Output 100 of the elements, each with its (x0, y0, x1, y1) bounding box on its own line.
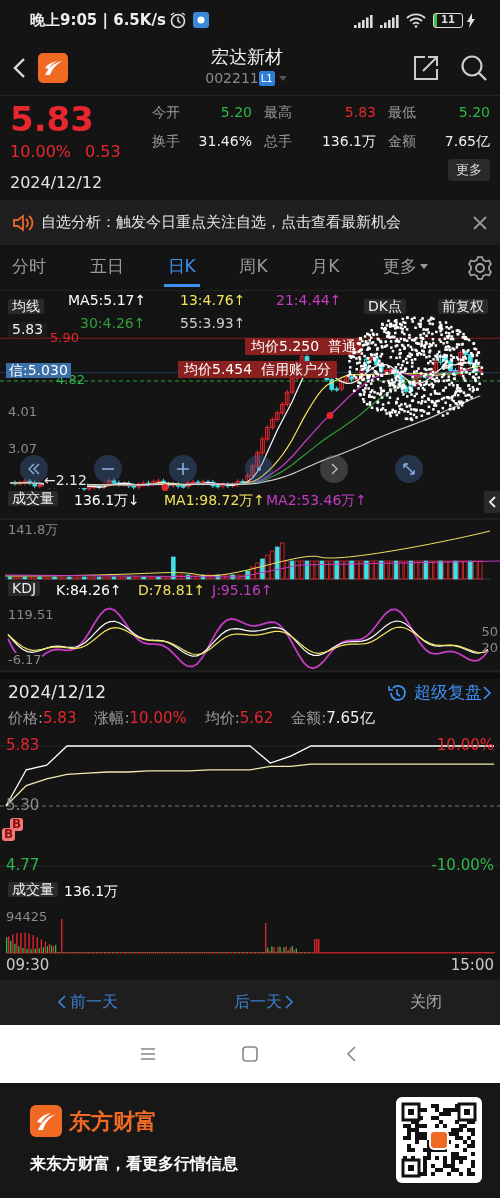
stat-value: 5.20 (457, 103, 490, 122)
time-label: 09:30 (6, 954, 50, 976)
stat-label: 最低 (388, 103, 417, 122)
intraday-stat: 价格:5.83 (8, 708, 77, 729)
home-button[interactable] (242, 1045, 258, 1062)
ma-legend: 13:4.76↑ (180, 293, 246, 309)
square-icon (242, 1045, 258, 1062)
volume-indicator-dropdown[interactable]: 成交量 (8, 491, 58, 507)
app-logo[interactable] (38, 52, 68, 83)
last-price: 5.83 (10, 102, 95, 136)
ma-legend: 30:4.26↑ (80, 316, 146, 332)
search-icon (460, 53, 488, 82)
zoom-out-button[interactable] (94, 455, 122, 483)
stock-code: 002211 (205, 68, 259, 88)
signal-icon (380, 12, 400, 28)
adjust-button[interactable]: 前复权 (438, 299, 488, 315)
volume-legend: 136.1万↓ (74, 493, 140, 509)
volume-axis-label: 141.8万 (8, 523, 59, 538)
search-button[interactable] (460, 53, 488, 82)
signal-icon (354, 12, 374, 28)
stat-value: 7.65亿 (443, 132, 490, 151)
low-price-marker: ←2.12 (44, 472, 87, 489)
change-amount: 0.53 (85, 140, 121, 163)
chevron-right-icon (285, 995, 294, 1009)
kdj-axis-label: 20 (481, 641, 498, 656)
speaker-icon (12, 212, 34, 233)
kdj-axis-label: -6.17 (8, 653, 42, 668)
cost-tag: 均价5.250 普通 (245, 338, 362, 356)
chart-tab[interactable]: 周K (235, 248, 272, 287)
plus-icon (177, 463, 189, 475)
fullscreen-button[interactable] (395, 455, 423, 483)
ma-legend: 21:4.44↑ (276, 293, 342, 309)
chevron-right-icon (482, 686, 492, 700)
limit-up-price: 5.90 (50, 331, 79, 346)
expand-icon (403, 463, 415, 475)
volume-value: 136.1万 (64, 883, 119, 899)
level-badge: L1 (258, 70, 275, 86)
stat-label: 总手 (264, 132, 293, 151)
caret-icon (420, 264, 429, 271)
day-nav-button[interactable]: 前一天 (47, 984, 129, 1020)
collapse-button[interactable] (484, 491, 500, 513)
stat-label: 换手 (152, 132, 181, 151)
settings-button[interactable] (467, 255, 492, 280)
scroll-right-icon (330, 463, 338, 475)
minus-icon (102, 468, 114, 470)
kdj-legend: K:84.26↑ (56, 583, 122, 599)
stat-label: 今开 (152, 103, 181, 122)
chart-tab[interactable]: 月K (307, 248, 344, 287)
close-button[interactable] (472, 214, 488, 231)
share-button[interactable] (413, 54, 439, 81)
replay-link[interactable]: 超级复盘 (387, 680, 492, 706)
stat-label: 最高 (264, 103, 293, 122)
kdj-indicator-dropdown[interactable]: KDJ (8, 581, 41, 597)
stat-value: 5.83 (343, 103, 376, 122)
close-icon (472, 214, 488, 231)
chart-tab[interactable]: 日K (163, 248, 200, 287)
percent-axis-label: -10.00% (431, 857, 494, 874)
volume-axis-label: 94425 (6, 909, 48, 924)
kdj-axis-label: 50 (481, 625, 498, 640)
kdj-legend: J:95.16↑ (212, 583, 273, 599)
indicator-dropdown[interactable]: 均线 (8, 299, 44, 315)
cost-tag: 均价5.454 信用账户分 (178, 360, 337, 379)
back-button[interactable] (12, 56, 26, 79)
time-label: 15:00 (450, 954, 494, 976)
credit-price-tag: 信:5.030 (6, 362, 71, 379)
volume-legend: MA1:98.72万↑ (164, 493, 266, 509)
price-axis-label: 5.83 (6, 737, 40, 754)
chart-control-button[interactable] (245, 455, 273, 483)
chart-tab[interactable]: 分时 (8, 248, 50, 287)
buy-marker: B (2, 827, 16, 841)
stat-value: 5.20 (219, 103, 252, 122)
chart-tab[interactable]: 五日 (85, 248, 128, 287)
scroll-right-button[interactable] (320, 455, 348, 483)
settings-icon (467, 255, 492, 280)
more-button[interactable]: 更多 (448, 159, 490, 181)
intraday-stat: 均价:5.62 (204, 708, 274, 729)
price-axis-label: 3.07 (8, 442, 37, 457)
intraday-volume-dropdown[interactable]: 成交量 (8, 881, 58, 897)
menu-icon (140, 1045, 156, 1062)
intraday-stat: 涨幅:10.00% (94, 708, 187, 729)
share-icon (413, 54, 439, 81)
scroll-left-icon (28, 463, 40, 475)
day-nav-button[interactable]: 关闭 (399, 984, 453, 1020)
app-notification-icon (193, 12, 210, 28)
brand-logo-icon (30, 1105, 62, 1137)
dot-icon (257, 467, 261, 471)
volume-legend: MA2:53.46万↑ (266, 493, 368, 509)
chevron-left-icon (488, 496, 496, 508)
battery-icon: 11 (433, 12, 463, 28)
status-time: 晚上9:05 | 6.5K/s (30, 9, 166, 31)
zoom-in-button[interactable] (169, 455, 197, 483)
chart-tab[interactable]: 更多 (379, 248, 433, 287)
kdj-axis-label: 119.51 (8, 608, 54, 623)
stat-value: 136.1万 (320, 132, 376, 151)
wifi-icon (406, 12, 426, 28)
change-percent: 10.00% (10, 140, 71, 163)
stat-label: 金额 (388, 132, 417, 151)
day-nav-button[interactable]: 后一天 (223, 984, 304, 1020)
dk-points-button[interactable]: DK点 (364, 299, 406, 315)
signal-dot (326, 411, 334, 419)
